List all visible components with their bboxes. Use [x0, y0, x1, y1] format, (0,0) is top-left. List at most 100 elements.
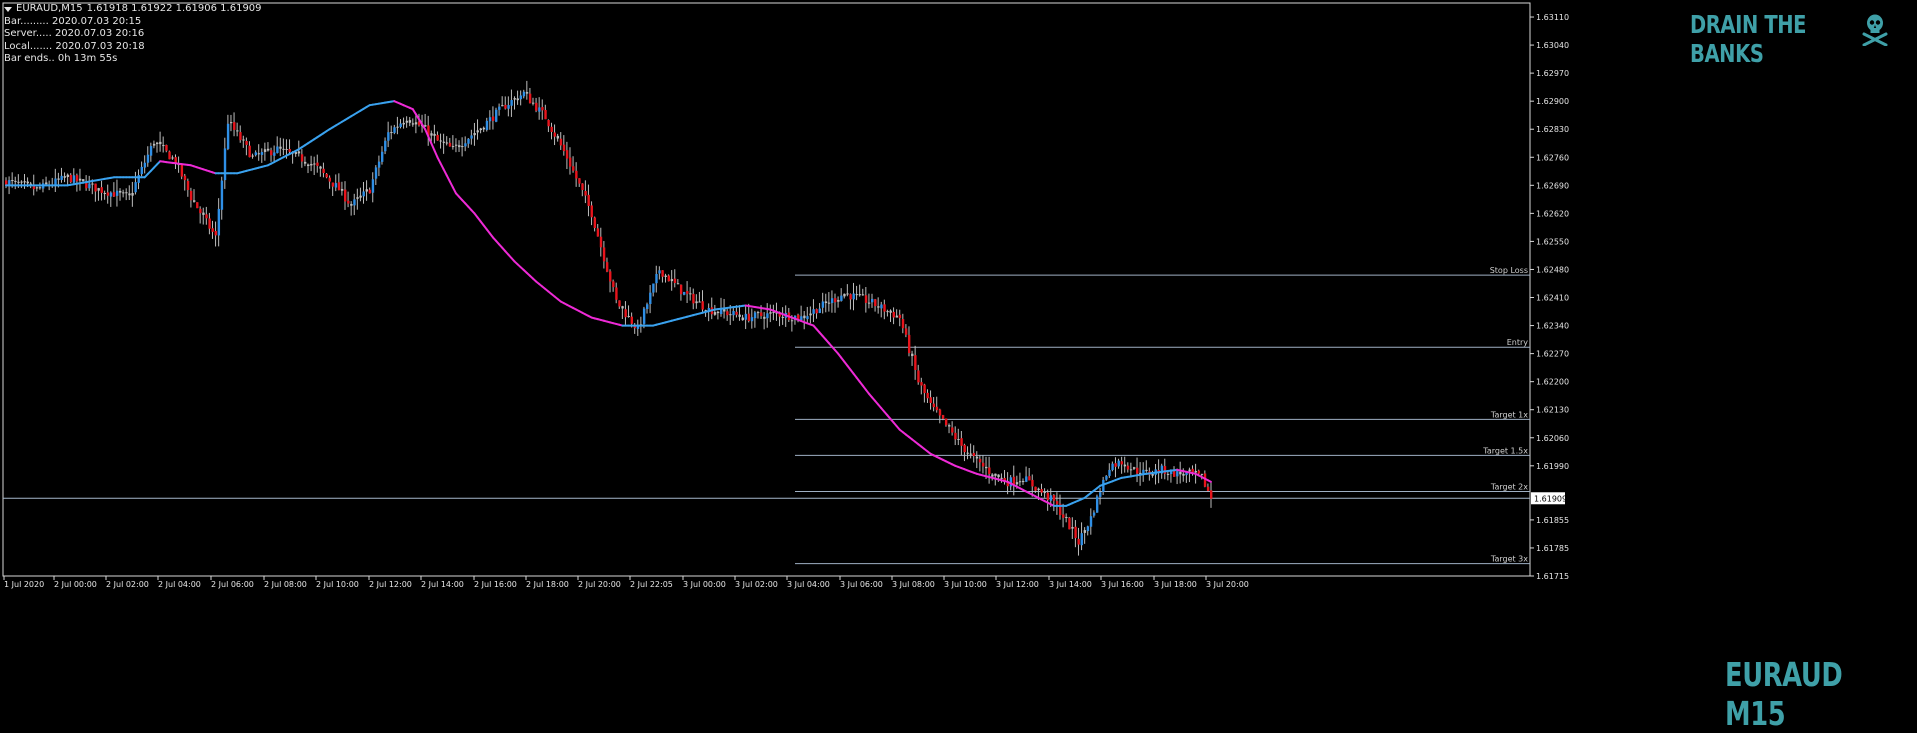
y-tick-label: 1.62970 — [1536, 69, 1569, 78]
candle-body — [1114, 463, 1116, 467]
candle-body — [156, 143, 158, 144]
candle-body — [554, 133, 556, 137]
candle-body — [856, 294, 858, 295]
y-tick-label: 1.61785 — [1536, 544, 1569, 553]
candle-body — [1050, 495, 1052, 501]
candle-body — [933, 404, 935, 408]
candle-body — [273, 152, 275, 155]
candle-body — [735, 312, 737, 315]
candle-body — [597, 228, 599, 236]
x-tick-label: 3 Jul 14:00 — [1049, 580, 1092, 589]
level-label: Stop Loss — [1490, 266, 1528, 275]
candle-body — [387, 132, 389, 140]
candle-body — [535, 103, 537, 111]
collapse-triangle-icon[interactable] — [4, 7, 12, 12]
candle-body — [510, 100, 512, 106]
candle-body — [79, 179, 81, 181]
candle-body — [101, 187, 103, 193]
candle-body — [329, 178, 331, 182]
candle-body — [1044, 492, 1046, 493]
candle-body — [458, 145, 460, 147]
candle-body — [455, 145, 457, 146]
candle-body — [498, 107, 500, 110]
candle-body — [523, 92, 525, 97]
candle-body — [628, 316, 630, 317]
candle-body — [82, 179, 84, 181]
candle-body — [1062, 514, 1064, 517]
x-tick-label: 3 Jul 00:00 — [683, 580, 726, 589]
ma-segment — [447, 175, 450, 181]
x-tick-label: 1 Jul 2020 — [4, 580, 44, 589]
ma-segment — [431, 143, 434, 150]
price-chart[interactable]: Stop LossEntryTarget 1xTarget 1.5xTarget… — [0, 0, 1917, 725]
candle-body — [1145, 470, 1147, 471]
candle-body — [113, 192, 115, 196]
candle-body — [942, 415, 944, 419]
candle-body — [375, 167, 377, 178]
candle-body — [492, 117, 494, 121]
candle-body — [384, 141, 386, 151]
candle-body — [825, 301, 827, 303]
candle-body — [541, 107, 543, 110]
candle-body — [920, 382, 922, 385]
x-tick-label: 2 Jul 08:00 — [264, 580, 307, 589]
candle-body — [443, 142, 445, 143]
candle-body — [609, 271, 611, 281]
symbol-header[interactable]: EURAUD,M15 1.61918 1.61922 1.61906 1.619… — [4, 3, 262, 16]
candle-body — [859, 294, 861, 295]
candle-body — [125, 192, 127, 193]
candle-body — [282, 149, 284, 150]
candle-body — [612, 281, 614, 287]
candle-body — [415, 122, 417, 124]
candle-body — [27, 182, 29, 184]
x-tick-label: 2 Jul 14:00 — [421, 580, 464, 589]
candle-body — [366, 189, 368, 191]
candle-body — [264, 149, 266, 152]
candle-body — [683, 292, 685, 295]
symbol-watermark: EURAUD M15 — [1725, 655, 1875, 733]
candle-body — [889, 311, 891, 313]
level-label: Target 1x — [1490, 410, 1528, 419]
candle-body — [335, 183, 337, 187]
candle-body — [1111, 464, 1113, 470]
candle-body — [649, 293, 651, 304]
candle-body — [489, 117, 491, 121]
chart-info-panel: EURAUD,M15 1.61918 1.61922 1.61906 1.619… — [4, 3, 262, 66]
candle-body — [671, 279, 673, 281]
candle-body — [954, 433, 956, 440]
candle-body — [187, 181, 189, 190]
candle-body — [674, 279, 676, 283]
candle-body — [853, 294, 855, 300]
candle-body — [963, 445, 965, 452]
candle-body — [322, 169, 324, 173]
candle-body — [1000, 478, 1002, 479]
candle-body — [205, 214, 207, 218]
candle-body — [76, 175, 78, 181]
candle-body — [390, 132, 392, 133]
candle-body — [218, 209, 220, 236]
candle-body — [1034, 487, 1036, 491]
candle-body — [581, 184, 583, 191]
candle-body — [138, 175, 140, 183]
candle-body — [165, 145, 167, 151]
x-tick-label: 2 Jul 22:05 — [630, 580, 673, 589]
candle-body — [464, 143, 466, 146]
candle-body — [171, 157, 173, 158]
chart-canvas[interactable]: Stop LossEntryTarget 1xTarget 1.5xTarget… — [0, 0, 1917, 725]
candle-body — [1207, 487, 1209, 491]
candle-body — [874, 299, 876, 306]
candle-body — [1179, 472, 1181, 475]
bid-price-label: 1.61909 — [1534, 494, 1567, 503]
candle-body — [1056, 501, 1058, 504]
candle-body — [110, 193, 112, 197]
candle-body — [831, 298, 833, 303]
candle-body — [477, 130, 479, 132]
y-tick-label: 1.62900 — [1536, 97, 1569, 106]
candle-body — [150, 146, 152, 156]
candle-body — [11, 180, 13, 181]
candle-body — [717, 312, 719, 313]
candle-body — [1108, 470, 1110, 476]
plot-frame — [3, 3, 1530, 576]
candle-body — [285, 149, 287, 150]
y-tick-label: 1.62620 — [1536, 209, 1569, 218]
